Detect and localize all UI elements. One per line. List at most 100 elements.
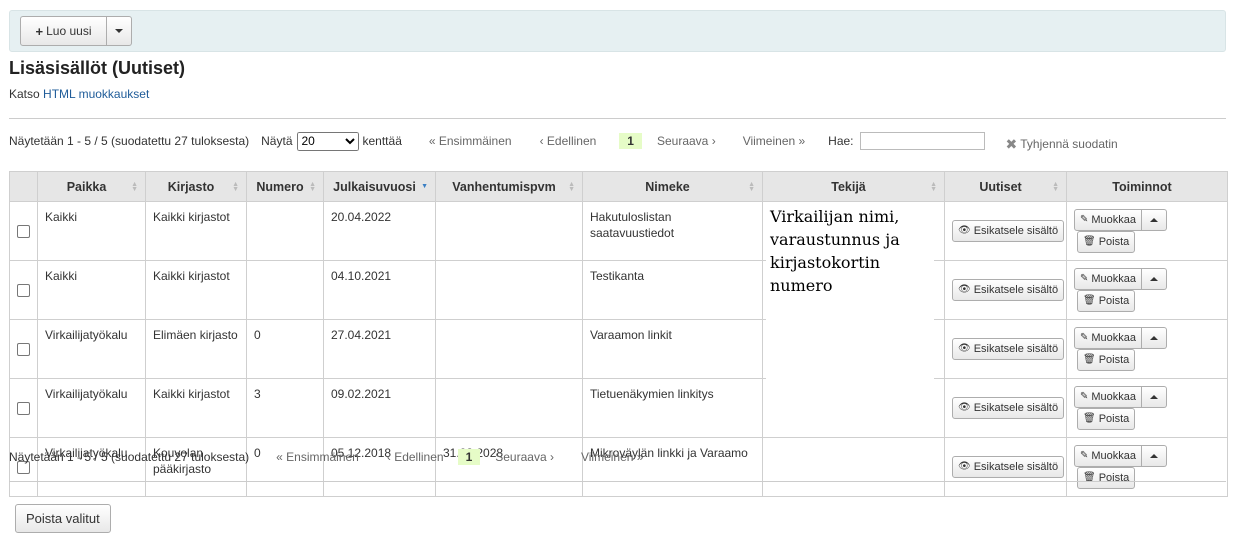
header-label: Julkaisuvuosi: [333, 179, 416, 194]
next-page-link[interactable]: Seuraava ›: [657, 134, 716, 148]
delete-button[interactable]: 🗑 Poista: [1077, 349, 1136, 371]
edit-label: Muokkaa: [1091, 332, 1137, 344]
julkaisuvuosi-cell: 27.04.2021: [323, 319, 436, 379]
numero-cell: [246, 260, 324, 320]
new-button[interactable]: + Luo uusi: [20, 16, 107, 46]
prev-page-link[interactable]: ‹ Edellinen: [387, 450, 444, 464]
header-label: Numero: [256, 179, 304, 194]
divider: [9, 481, 1226, 482]
last-page-link[interactable]: Viimeinen »: [743, 134, 805, 148]
vanhentumispvm-cell: [435, 378, 583, 438]
edit-dropdown-toggle[interactable]: [1142, 268, 1168, 290]
header-paikka[interactable]: Paikka ▲ ▼: [37, 171, 146, 202]
header-label: Paikka: [66, 179, 107, 194]
paikka-cell: Virkailijatyökalu: [37, 378, 146, 438]
pencil-icon: ✎: [1080, 273, 1089, 284]
sort-icon: ▲ ▼: [232, 181, 239, 193]
preview-button[interactable]: 👁 Esikatsele sisältö: [952, 397, 1065, 419]
row-checkbox[interactable]: [17, 342, 30, 356]
edit-button[interactable]: ✎ Muokkaa: [1074, 386, 1143, 408]
top-pager: Näytetään 1 - 5 / 5 (suodatettu 27 tulok…: [9, 130, 1118, 152]
table-row: Kaikki Kaikki kirjastot 20.04.2022 Hakut…: [9, 201, 1228, 261]
sort-icon: ▲ ▼: [568, 181, 575, 193]
search-input[interactable]: [859, 132, 985, 150]
table-row: Virkailijatyökalu Kaikki kirjastot 3 09.…: [9, 378, 1228, 438]
actions-cell: ✎ Muokkaa 🗑 Poista: [1066, 437, 1228, 497]
uutiset-cell: 👁 Esikatsele sisältö: [944, 201, 1067, 261]
trash-icon: 🗑: [1083, 295, 1096, 306]
redaction-note: Virkailijan nimi, varaustunnus ja kirjas…: [766, 205, 934, 423]
row-checkbox[interactable]: [17, 224, 30, 238]
edit-dropdown-toggle[interactable]: [1142, 327, 1168, 349]
bottom-pager: Näytetään 1 - 5 / 5 (suodatettu 27 tulok…: [9, 446, 643, 468]
header-julkaisuvuosi[interactable]: Julkaisuvuosi ▼: [323, 171, 436, 202]
edit-dropdown-toggle[interactable]: [1142, 445, 1168, 467]
pencil-icon: ✎: [1080, 450, 1089, 461]
edit-button[interactable]: ✎ Muokkaa: [1074, 268, 1143, 290]
page-title: Lisäsisällöt (Uutiset): [9, 58, 186, 78]
kirjasto-cell: Elimäen kirjasto: [145, 319, 247, 379]
edit-split-button: ✎ Muokkaa: [1074, 209, 1168, 231]
preview-button[interactable]: 👁 Esikatsele sisältö: [952, 279, 1065, 301]
edit-dropdown-toggle[interactable]: [1142, 209, 1168, 231]
chevron-up-icon: [1150, 277, 1159, 281]
delete-button[interactable]: 🗑 Poista: [1077, 467, 1136, 489]
new-dropdown-toggle[interactable]: [107, 16, 132, 46]
edit-button[interactable]: ✎ Muokkaa: [1074, 327, 1143, 349]
edit-dropdown-toggle[interactable]: [1142, 386, 1168, 408]
header-uutiset[interactable]: Uutiset ▲ ▼: [944, 171, 1067, 202]
katso-prefix: Katso: [9, 87, 40, 101]
current-page[interactable]: 1: [457, 449, 481, 465]
delete-button[interactable]: 🗑 Poista: [1077, 408, 1136, 430]
edit-label: Muokkaa: [1091, 214, 1137, 226]
next-page-link[interactable]: Seuraava ›: [495, 450, 554, 464]
uutiset-cell: 👁 Esikatsele sisältö: [944, 260, 1067, 320]
header-nimeke[interactable]: Nimeke ▲ ▼: [582, 171, 763, 202]
first-page-link[interactable]: « Ensimmäinen: [276, 450, 359, 464]
header-label: Nimeke: [645, 179, 690, 194]
chevron-up-icon: [1150, 218, 1159, 222]
trash-icon: 🗑: [1083, 236, 1096, 247]
header-label: Kirjasto: [167, 179, 215, 194]
html-customizations-link[interactable]: HTML muokkaukset: [43, 87, 149, 101]
edit-button[interactable]: ✎ Muokkaa: [1074, 209, 1143, 231]
last-page-link[interactable]: Viimeinen »: [581, 450, 643, 464]
sort-icon: ▲ ▼: [1052, 181, 1059, 193]
close-icon: ✖: [1005, 135, 1018, 152]
header-label: Vanhentumispvm: [452, 179, 556, 194]
header-label: Toiminnot: [1112, 179, 1172, 194]
header-tekija[interactable]: Tekijä ▲ ▼: [762, 171, 945, 202]
new-split-button: + Luo uusi: [20, 16, 132, 46]
preview-button[interactable]: 👁 Esikatsele sisältö: [952, 456, 1065, 478]
delete-button[interactable]: 🗑 Poista: [1077, 231, 1136, 253]
page-length-select[interactable]: 20: [296, 131, 359, 151]
julkaisuvuosi-cell: 09.02.2021: [323, 378, 436, 438]
edit-split-button: ✎ Muokkaa: [1074, 386, 1168, 408]
header-vanhentumispvm[interactable]: Vanhentumispvm ▲ ▼: [435, 171, 583, 202]
preview-button[interactable]: 👁 Esikatsele sisältö: [952, 220, 1065, 242]
paikka-cell: Kaikki: [37, 201, 146, 261]
uutiset-cell: 👁 Esikatsele sisältö: [944, 437, 1067, 497]
sort-icon: ▲ ▼: [131, 181, 138, 193]
new-button-label: Luo uusi: [46, 24, 92, 38]
actions-cell: ✎ Muokkaa 🗑 Poista: [1066, 260, 1228, 320]
edit-button[interactable]: ✎ Muokkaa: [1074, 445, 1143, 467]
delete-selected-button[interactable]: Poista valitut: [15, 504, 111, 533]
first-page-link[interactable]: « Ensimmäinen: [429, 134, 512, 148]
header-numero[interactable]: Numero ▲ ▼: [246, 171, 324, 202]
prev-page-link[interactable]: ‹ Edellinen: [540, 134, 597, 148]
table-row: Virkailijatyökalu Elimäen kirjasto 0 27.…: [9, 319, 1228, 379]
header-kirjasto[interactable]: Kirjasto ▲ ▼: [145, 171, 247, 202]
select-cell: [9, 319, 38, 379]
tekija-cell: [762, 437, 945, 497]
numero-cell: [246, 201, 324, 261]
delete-button[interactable]: 🗑 Poista: [1077, 290, 1136, 312]
row-checkbox[interactable]: [17, 401, 30, 415]
numero-cell: 0: [246, 319, 324, 379]
delete-label: Poista: [1098, 354, 1130, 366]
preview-button[interactable]: 👁 Esikatsele sisältö: [952, 338, 1065, 360]
header-toiminnot: Toiminnot: [1066, 171, 1228, 202]
row-checkbox[interactable]: [17, 283, 30, 297]
current-page[interactable]: 1: [619, 133, 642, 149]
clear-filter-link[interactable]: ✖ Tyhjennä suodatin: [1006, 136, 1118, 153]
